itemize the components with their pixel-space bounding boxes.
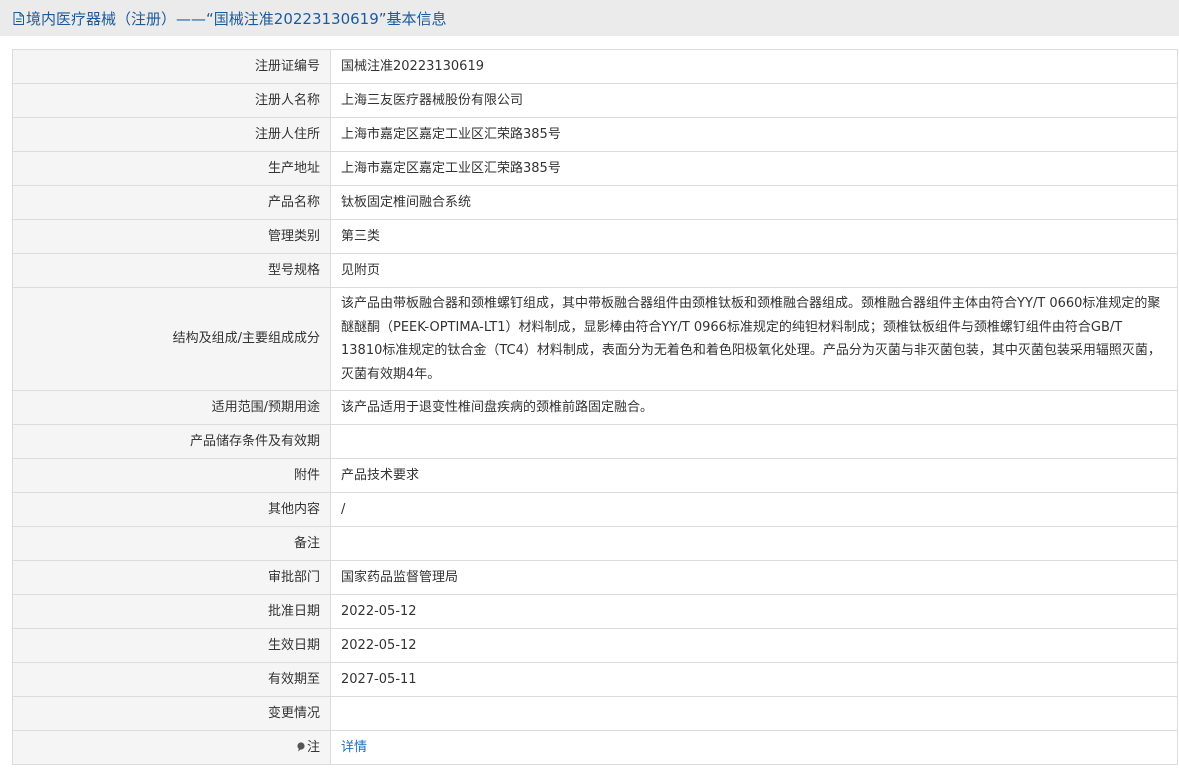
table-row: 备注 — [12, 526, 1178, 561]
row-label: 结构及组成/主要组成成分 — [12, 287, 331, 391]
table-row: 产品储存条件及有效期 — [12, 424, 1178, 459]
table-row: 附件 产品技术要求 — [12, 458, 1178, 493]
row-label: 审批部门 — [12, 560, 331, 595]
row-value: 上海市嘉定区嘉定工业区汇荣路385号 — [330, 151, 1178, 186]
table-row: 注册人住所 上海市嘉定区嘉定工业区汇荣路385号 — [12, 117, 1178, 152]
row-value: 该产品由带板融合器和颈椎螺钉组成，其中带板融合器组件由颈椎钛板和颈椎融合器组成。… — [330, 287, 1178, 391]
note-label: 注 — [306, 739, 320, 755]
table-row: 批准日期 2022-05-12 — [12, 594, 1178, 629]
row-label: 注册人名称 — [12, 83, 331, 118]
table-row: 注册人名称 上海三友医疗器械股份有限公司 — [12, 83, 1178, 118]
row-label: 产品储存条件及有效期 — [12, 424, 331, 459]
table-row: 适用范围/预期用途 该产品适用于退变性椎间盘疾病的颈椎前路固定融合。 — [12, 390, 1178, 425]
row-label: 生产地址 — [12, 151, 331, 186]
note-label-cell: 注 — [12, 730, 331, 765]
details-link[interactable]: 详情 — [341, 740, 367, 755]
table-row: 有效期至 2027-05-11 — [12, 662, 1178, 697]
row-value: 2022-05-12 — [330, 594, 1178, 629]
row-value: 2022-05-12 — [330, 628, 1178, 663]
info-table: 注册证编号 国械注准20223130619 注册人名称 上海三友医疗器械股份有限… — [12, 49, 1178, 765]
row-label: 附件 — [12, 458, 331, 493]
table-row: 其他内容 / — [12, 492, 1178, 527]
row-label: 其他内容 — [12, 492, 331, 527]
row-label: 产品名称 — [12, 185, 331, 220]
table-row: 变更情况 — [12, 696, 1178, 731]
row-label: 管理类别 — [12, 219, 331, 254]
row-label: 批准日期 — [12, 594, 331, 629]
row-value: / — [330, 492, 1178, 527]
page-title: 境内医疗器械（注册）——“国械注准20223130619”基本信息 — [26, 9, 447, 28]
row-label: 生效日期 — [12, 628, 331, 663]
row-label: 注册证编号 — [12, 49, 331, 84]
row-value — [330, 526, 1178, 561]
row-label: 备注 — [12, 526, 331, 561]
table-row: 产品名称 钛板固定椎间融合系统 — [12, 185, 1178, 220]
table-row: 生产地址 上海市嘉定区嘉定工业区汇荣路385号 — [12, 151, 1178, 186]
table-row: 审批部门 国家药品监督管理局 — [12, 560, 1178, 595]
row-label: 有效期至 — [12, 662, 331, 697]
row-value: 产品技术要求 — [330, 458, 1178, 493]
document-icon — [13, 11, 24, 25]
row-value: 该产品适用于退变性椎间盘疾病的颈椎前路固定融合。 — [330, 390, 1178, 425]
row-value: 钛板固定椎间融合系统 — [330, 185, 1178, 220]
note-value-cell: 详情 — [330, 730, 1178, 765]
row-label: 变更情况 — [12, 696, 331, 731]
row-value — [330, 424, 1178, 459]
table-row-note: 注 详情 — [12, 730, 1178, 765]
row-label: 适用范围/预期用途 — [12, 390, 331, 425]
row-value: 第三类 — [330, 219, 1178, 254]
row-value: 国械注准20223130619 — [330, 49, 1178, 84]
table-row: 型号规格 见附页 — [12, 253, 1178, 288]
row-label: 注册人住所 — [12, 117, 331, 152]
table-row: 管理类别 第三类 — [12, 219, 1178, 254]
row-value: 国家药品监督管理局 — [330, 560, 1178, 595]
pin-icon — [296, 737, 306, 752]
table-row: 生效日期 2022-05-12 — [12, 628, 1178, 663]
row-value: 见附页 — [330, 253, 1178, 288]
row-value: 上海三友医疗器械股份有限公司 — [330, 83, 1178, 118]
page-header: 境内医疗器械（注册）——“国械注准20223130619”基本信息 — [0, 0, 1179, 36]
row-value: 2027-05-11 — [330, 662, 1178, 697]
table-row: 注册证编号 国械注准20223130619 — [12, 49, 1178, 84]
row-value: 上海市嘉定区嘉定工业区汇荣路385号 — [330, 117, 1178, 152]
table-row: 结构及组成/主要组成成分 该产品由带板融合器和颈椎螺钉组成，其中带板融合器组件由… — [12, 287, 1178, 391]
row-label: 型号规格 — [12, 253, 331, 288]
row-value — [330, 696, 1178, 731]
